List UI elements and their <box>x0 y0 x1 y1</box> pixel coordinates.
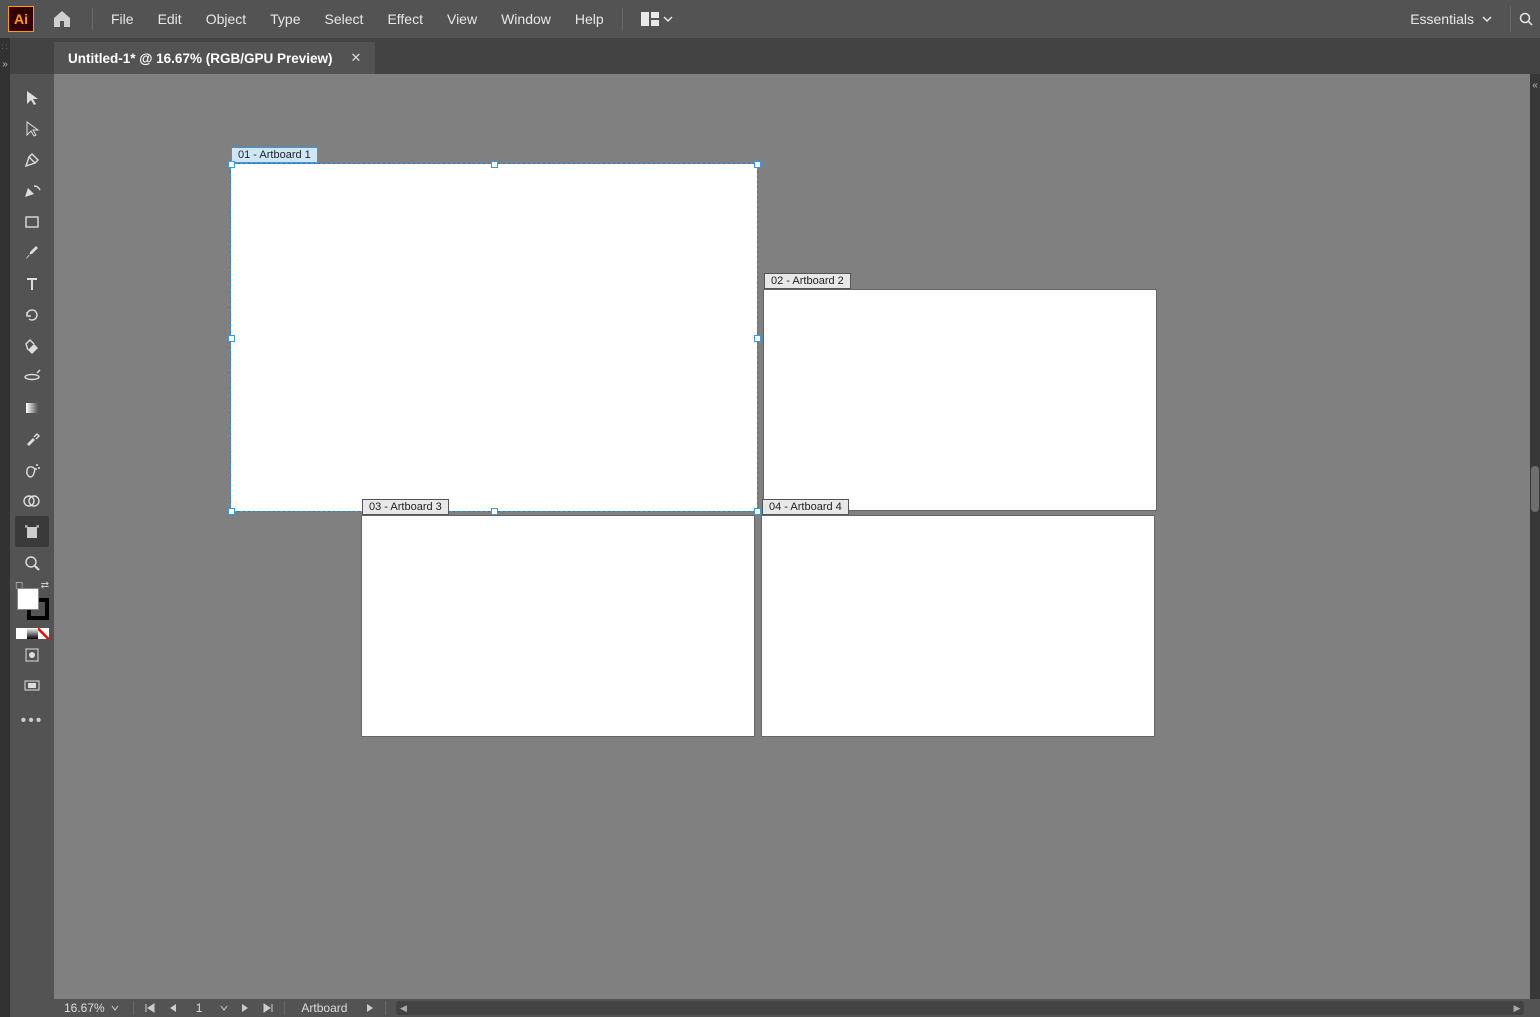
color-mode-gradient[interactable] <box>27 628 38 639</box>
pen-tool[interactable] <box>15 144 49 175</box>
fill-stroke-control[interactable]: ◻⇄ <box>15 580 49 614</box>
color-mode-none[interactable] <box>38 628 49 639</box>
next-artboard-button[interactable] <box>234 1003 256 1013</box>
document-tab[interactable]: Untitled-1* @ 16.67% (RGB/GPU Preview) ✕ <box>54 42 375 74</box>
menu-file[interactable]: File <box>99 3 146 35</box>
artboard-nav-field[interactable]: 1 <box>184 1001 215 1015</box>
rectangle-tool[interactable] <box>15 206 49 237</box>
app-logo: Ai <box>8 6 34 32</box>
first-artboard-button[interactable] <box>138 1003 162 1013</box>
menu-effect[interactable]: Effect <box>375 3 435 35</box>
artboard-tool[interactable] <box>15 516 49 547</box>
left-dock-gutter: ∷ » <box>0 38 10 1017</box>
vertical-scrollbar-thumb[interactable] <box>1531 466 1539 512</box>
search-button[interactable] <box>1510 6 1532 32</box>
artboard-nav-mode[interactable]: Artboard <box>289 1001 359 1015</box>
curvature-tool[interactable] <box>15 175 49 206</box>
menu-object[interactable]: Object <box>194 3 258 35</box>
document-tab-title: Untitled-1* @ 16.67% (RGB/GPU Preview) <box>68 51 332 66</box>
scroll-right-button[interactable]: ▶ <box>1510 1001 1524 1015</box>
document-tab-bar: Untitled-1* @ 16.67% (RGB/GPU Preview) ✕ <box>0 38 1540 74</box>
edit-toolbar-button[interactable]: ••• <box>15 701 49 732</box>
resize-handle[interactable] <box>754 335 761 342</box>
expand-panels-button[interactable]: » <box>0 59 10 70</box>
horizontal-scrollbar[interactable]: ◀ ▶ <box>396 1001 1524 1015</box>
chevron-down-icon <box>111 1004 119 1012</box>
nav-mode-next[interactable] <box>359 1003 381 1013</box>
last-artboard-button[interactable] <box>256 1003 280 1013</box>
artboard-label: 02 - Artboard 2 <box>764 273 851 289</box>
divider <box>622 8 623 30</box>
prev-artboard-button[interactable] <box>162 1003 184 1013</box>
artboard-label: 01 - Artboard 1 <box>231 147 318 163</box>
status-bar: 16.67% 1 Artboard ◀ ▶ <box>54 999 1530 1017</box>
gradient-tool[interactable] <box>15 392 49 423</box>
workspace-switcher[interactable]: Essentials <box>1400 5 1502 33</box>
menu-help[interactable]: Help <box>563 3 616 35</box>
grip-icon: ∷ <box>0 42 10 53</box>
canvas[interactable]: 01 - Artboard 102 - Artboard 203 - Artbo… <box>54 74 1530 999</box>
artboard-01[interactable]: 01 - Artboard 1 <box>231 164 757 511</box>
eyedropper-tool[interactable] <box>15 423 49 454</box>
selection-tool[interactable] <box>15 82 49 113</box>
resize-handle[interactable] <box>491 508 498 515</box>
zoom-level-dropdown[interactable]: 16.67% <box>54 1001 129 1015</box>
fill-swatch[interactable] <box>17 588 39 610</box>
more-icon: ••• <box>21 712 44 730</box>
resize-handle[interactable] <box>754 161 761 168</box>
type-tool[interactable] <box>15 268 49 299</box>
rotate-tool[interactable] <box>15 299 49 330</box>
resize-handle[interactable] <box>228 161 235 168</box>
chevron-down-icon <box>1482 14 1492 24</box>
chevron-down-icon <box>663 14 673 24</box>
artboard-04[interactable]: 04 - Artboard 4 <box>762 516 1154 736</box>
direct-selection-tool[interactable] <box>15 113 49 144</box>
home-button[interactable] <box>44 4 80 34</box>
arrange-documents-button[interactable] <box>635 8 679 30</box>
width-tool[interactable] <box>15 361 49 392</box>
artboard-label: 03 - Artboard 3 <box>362 499 449 515</box>
workspace-label: Essentials <box>1410 11 1474 27</box>
eraser-tool[interactable] <box>15 330 49 361</box>
artboard-label: 04 - Artboard 4 <box>762 499 849 515</box>
screen-mode-button[interactable] <box>15 670 49 701</box>
menu-select[interactable]: Select <box>313 3 376 35</box>
right-dock-gutter: « <box>1530 74 1540 999</box>
resize-handle[interactable] <box>491 161 498 168</box>
color-mode-row <box>16 628 49 639</box>
draw-mode-button[interactable] <box>15 639 49 670</box>
zoom-tool[interactable] <box>15 547 49 578</box>
resize-handle[interactable] <box>754 508 761 515</box>
symbol-sprayer-tool[interactable] <box>15 454 49 485</box>
resize-handle[interactable] <box>228 335 235 342</box>
divider <box>92 8 93 30</box>
tools-panel: ◻⇄ ••• <box>10 74 54 1017</box>
zoom-value: 16.67% <box>64 1001 105 1015</box>
artboard-02[interactable]: 02 - Artboard 2 <box>764 290 1156 510</box>
menu-type[interactable]: Type <box>258 3 312 35</box>
resize-handle[interactable] <box>228 508 235 515</box>
artboard-03[interactable]: 03 - Artboard 3 <box>362 516 754 736</box>
menu-window[interactable]: Window <box>489 3 563 35</box>
menu-edit[interactable]: Edit <box>146 3 194 35</box>
menu-bar: Ai File Edit Object Type Select Effect V… <box>0 0 1540 38</box>
shape-builder-tool[interactable] <box>15 485 49 516</box>
close-tab-button[interactable]: ✕ <box>350 50 361 66</box>
scroll-left-button[interactable]: ◀ <box>396 1001 410 1015</box>
expand-right-panels-button[interactable]: « <box>1530 80 1540 91</box>
color-mode-solid[interactable] <box>16 628 27 639</box>
nav-dropdown[interactable] <box>214 1004 234 1012</box>
menu-view[interactable]: View <box>435 3 489 35</box>
paintbrush-tool[interactable] <box>15 237 49 268</box>
swap-fill-stroke-icon[interactable]: ⇄ <box>41 580 49 591</box>
